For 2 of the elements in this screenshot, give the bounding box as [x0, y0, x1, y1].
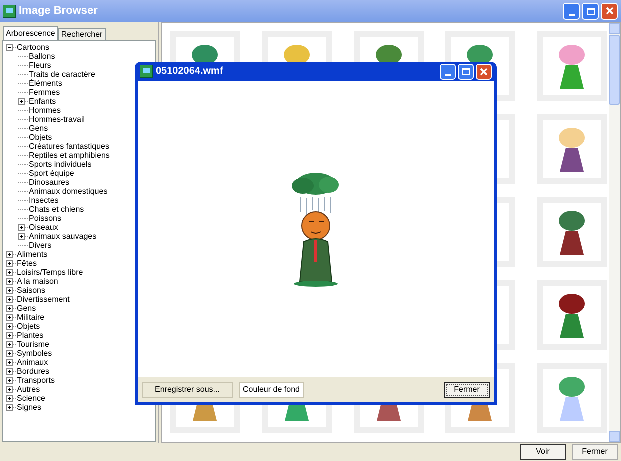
window-title: Image Browser	[19, 4, 99, 19]
window-title: 05102064.wmf	[156, 65, 224, 79]
